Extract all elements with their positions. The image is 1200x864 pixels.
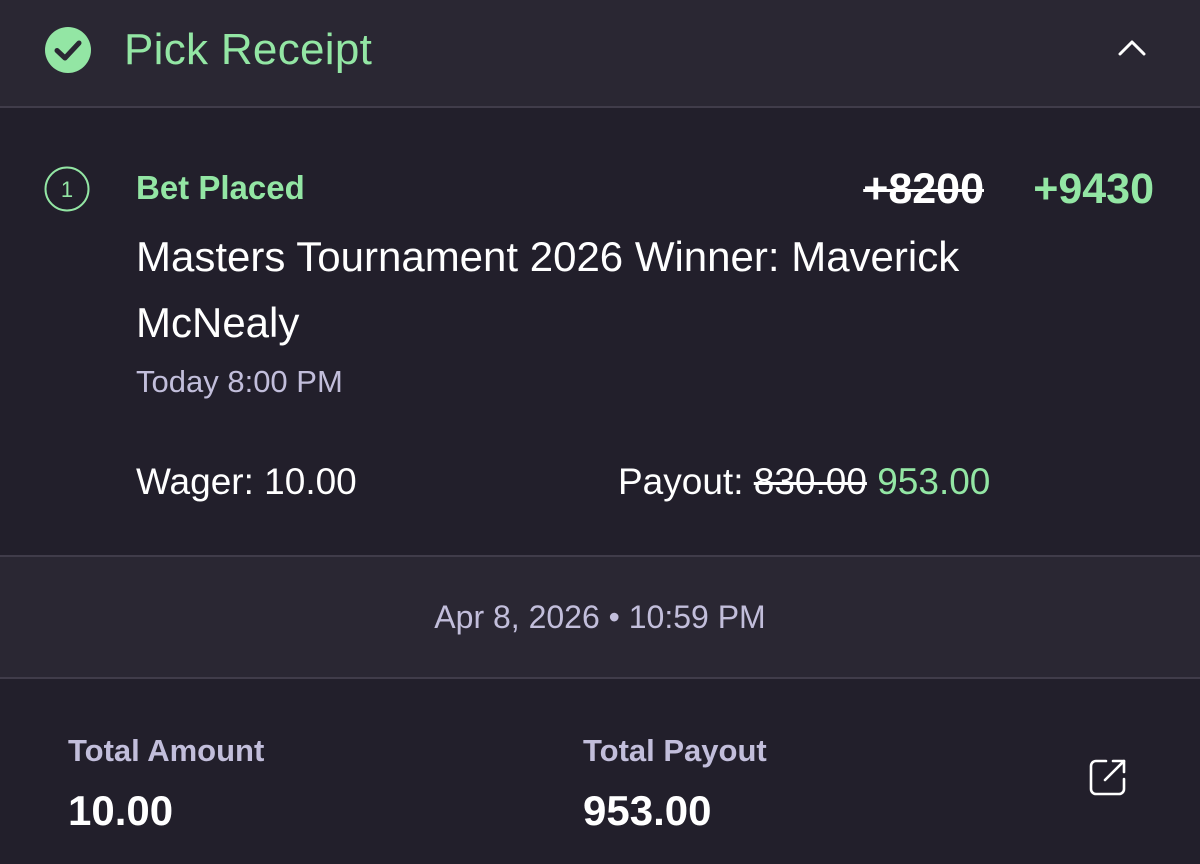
leg-number-icon: 1	[44, 166, 90, 212]
share-icon[interactable]	[1086, 755, 1130, 799]
check-circle-icon	[45, 27, 91, 73]
event-time: Today 8:00 PM	[136, 364, 343, 399]
odds-old: +8200	[863, 165, 984, 213]
total-amount-label: Total Amount	[68, 733, 265, 768]
page-title: Pick Receipt	[124, 25, 373, 74]
payout-old: 830.00	[753, 461, 867, 502]
payout-label: Payout:	[618, 461, 744, 502]
payout-new: 953.00	[877, 461, 991, 502]
bet-leg: 1 Bet Placed +8200 +9430 Masters Tournam…	[0, 108, 1200, 557]
odds-new: +9430	[1033, 165, 1154, 213]
totals-section: Total Amount 10.00 Total Payout 953.00	[0, 679, 1200, 864]
total-amount-value: 10.00	[68, 787, 174, 834]
total-payout-label: Total Payout	[583, 733, 767, 768]
receipt-header[interactable]: Pick Receipt	[0, 0, 1200, 108]
placed-datetime: Apr 8, 2026 • 10:59 PM	[434, 599, 766, 635]
chevron-up-icon[interactable]	[1116, 34, 1148, 62]
placed-date-section: Apr 8, 2026 • 10:59 PM	[0, 557, 1200, 679]
wager-label: Wager:	[136, 461, 254, 502]
payout-row: Payout: 830.00 953.00	[618, 460, 990, 504]
bet-status: Bet Placed	[136, 169, 305, 206]
wager-value: 10.00	[264, 461, 357, 502]
wager-row: Wager: 10.00	[136, 460, 357, 504]
total-payout-value: 953.00	[583, 787, 712, 834]
market-title: Masters Tournament 2026 Winner: Maverick…	[136, 233, 960, 346]
leg-number: 1	[61, 177, 73, 202]
